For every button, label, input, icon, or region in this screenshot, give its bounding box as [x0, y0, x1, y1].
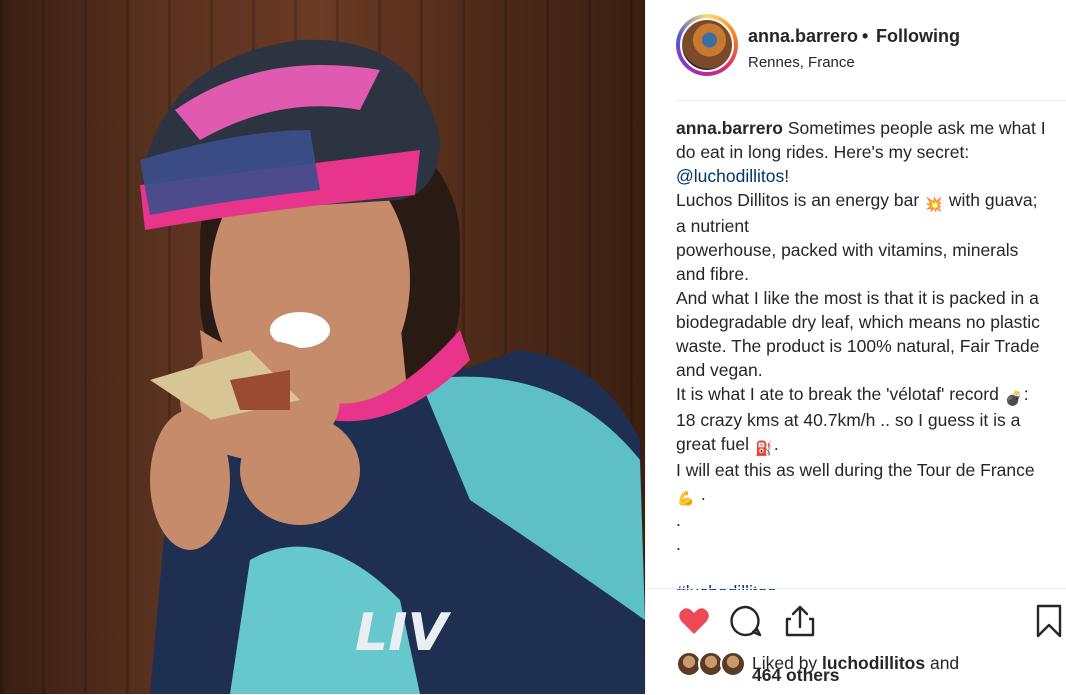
caption-author[interactable]: anna.barrero	[676, 118, 783, 138]
caption-para-5: It is what I ate to break the 'vélotaf' …	[676, 382, 1046, 458]
heart-icon[interactable]	[676, 603, 712, 639]
caption-text: .	[773, 434, 779, 454]
post-photo[interactable]: LIV	[0, 0, 645, 694]
instagram-post: LIV anna.barrero • Following Rennes, Fra…	[0, 0, 1066, 694]
share-icon[interactable]	[782, 603, 818, 639]
likes-count-link[interactable]: 464 others	[752, 663, 840, 687]
caption-text: .	[696, 484, 706, 504]
caption-para-4: And what I like the most is that it is p…	[676, 288, 1040, 380]
following-button[interactable]: Following	[876, 26, 960, 47]
caption-para-6: I will eat this as well during the Tour …	[676, 458, 1046, 508]
mention-link[interactable]: @luchodillitos	[676, 166, 784, 186]
comment-icon[interactable]	[728, 603, 764, 639]
cyclist-photo-illustration: LIV	[140, 39, 645, 694]
flexed-biceps-emoji-icon: 💪	[677, 490, 695, 506]
bomb-emoji-icon: 💣	[1004, 390, 1023, 406]
likes-middle: and	[925, 653, 960, 673]
caption: anna.barrero Sometimes people ask me wha…	[676, 116, 1046, 590]
fuel-pump-emoji-icon: ⛽	[755, 440, 773, 456]
caption-para-1: anna.barrero Sometimes people ask me wha…	[676, 116, 1046, 188]
location-link[interactable]: Rennes, France	[748, 54, 855, 71]
caption-para-2: Luchos Dillitos is an energy bar 💥 with …	[676, 188, 1046, 238]
bookmark-icon[interactable]	[1031, 603, 1066, 639]
caption-text: I will eat this as well during the Tour …	[676, 460, 1035, 480]
caption-text: Luchos Dillitos is an energy bar	[676, 190, 925, 210]
svg-text:LIV: LIV	[355, 603, 451, 663]
action-bar: Liked by luchodillitos and 464 others	[646, 588, 1066, 695]
caption-text: It is what I ate to break the 'vélotaf' …	[676, 384, 1004, 404]
caption-dot-2: .	[676, 534, 681, 554]
post-header: anna.barrero • Following Rennes, France	[676, 14, 1066, 101]
liker-avatar[interactable]	[720, 651, 746, 677]
avatar-story-ring[interactable]	[676, 14, 738, 76]
post-sidebar: anna.barrero • Following Rennes, France …	[645, 0, 1066, 694]
separator-dot: •	[862, 26, 869, 46]
caption-para-3: powerhouse, packed with vitamins, minera…	[676, 240, 1019, 284]
username-link[interactable]: anna.barrero	[748, 26, 858, 47]
collision-emoji-icon: 💥	[925, 196, 943, 212]
caption-dot-1: .	[676, 510, 681, 530]
caption-text: !	[784, 166, 790, 186]
avatar[interactable]	[680, 18, 734, 72]
